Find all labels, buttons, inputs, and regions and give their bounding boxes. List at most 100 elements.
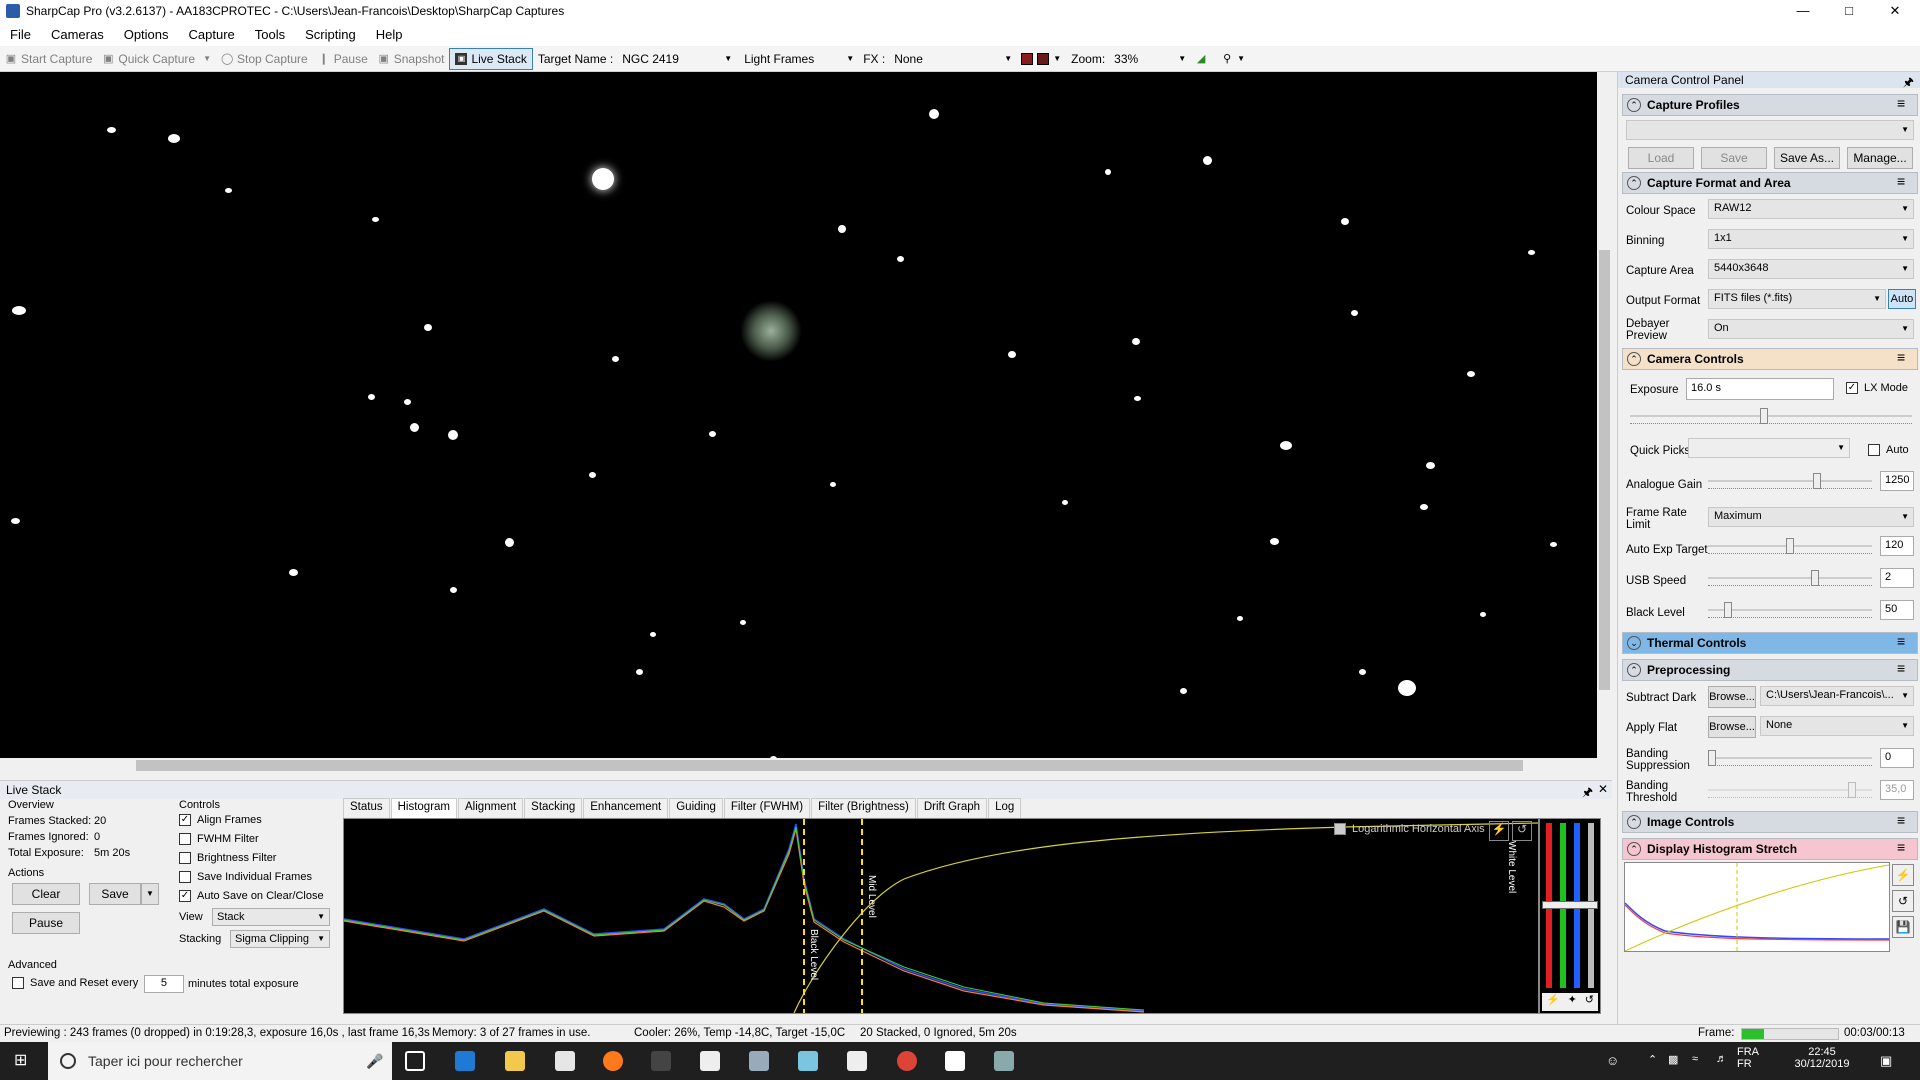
quick-capture-button[interactable]: ▣ Quick Capture ▼ <box>97 48 216 70</box>
reset-stretch-icon[interactable]: ↺ <box>1512 821 1532 841</box>
auto-stretch-icon[interactable]: ⚡ <box>1489 821 1509 841</box>
pause-button[interactable]: ❙ Pause <box>313 48 373 70</box>
windows-start-icon[interactable]: ⊞ <box>14 1052 32 1070</box>
quick-auto-checkbox[interactable] <box>1868 444 1880 457</box>
colour-space-select[interactable]: RAW12 ▼ <box>1708 199 1914 219</box>
view-select[interactable]: Stack ▼ <box>212 908 330 926</box>
star-icon[interactable]: ✦ <box>1568 993 1577 1011</box>
target-name-select[interactable]: NGC 2419 ▼ <box>618 49 736 69</box>
people-icon[interactable]: ☺ <box>1606 1053 1619 1068</box>
binning-select[interactable]: 1x1 ▼ <box>1708 229 1914 249</box>
tab-status[interactable]: Status <box>343 798 390 818</box>
black-level-input[interactable]: 50 <box>1880 600 1914 620</box>
slider-thumb[interactable] <box>1724 602 1732 618</box>
edge-icon[interactable] <box>455 1051 475 1071</box>
output-format-select[interactable]: FITS files (*.fits) ▼ <box>1708 289 1886 309</box>
slider-thumb[interactable] <box>1760 408 1768 424</box>
browse-dark-button[interactable]: Browse... <box>1708 686 1756 708</box>
capture-format-section[interactable]: ⌃ Capture Format and Area ≡ <box>1622 172 1918 194</box>
menu-tools[interactable]: Tools <box>245 27 295 42</box>
debayer-select[interactable]: On ▼ <box>1708 319 1914 339</box>
microphone-icon[interactable]: 🎤 <box>366 1042 383 1080</box>
frame-type-select[interactable]: Light Frames ▼ <box>740 49 858 69</box>
usb-speed-slider[interactable] <box>1708 568 1872 588</box>
pause-button[interactable]: Pause <box>12 912 80 934</box>
close-icon[interactable]: ✕ <box>1598 782 1608 796</box>
slider-thumb[interactable] <box>1811 570 1819 586</box>
volume-icon[interactable]: ♬ <box>1716 1053 1727 1065</box>
save-button[interactable]: Save <box>89 883 141 905</box>
save-reset-stepper[interactable]: 5 <box>144 975 184 993</box>
histogram-toggle-button[interactable]: ◢ <box>1190 48 1216 70</box>
hamburger-icon[interactable]: ≡ <box>1897 174 1911 188</box>
hamburger-icon[interactable]: ≡ <box>1897 813 1911 827</box>
clear-button[interactable]: Clear <box>12 883 80 905</box>
maximize-button[interactable]: □ <box>1826 0 1872 22</box>
tab-stacking[interactable]: Stacking <box>524 798 583 818</box>
fwhm-filter-checkbox[interactable] <box>179 833 191 846</box>
browse-flat-button[interactable]: Browse... <box>1708 716 1756 738</box>
histogram-plot[interactable]: Black Level Mid Level White Level ✓ Logar… <box>343 818 1539 1014</box>
vertical-scrollbar[interactable] <box>1597 72 1612 758</box>
snapshot-button[interactable]: ▣ Snapshot <box>373 48 450 70</box>
slider-thumb[interactable] <box>1708 750 1716 766</box>
minimize-button[interactable]: — <box>1780 0 1826 22</box>
app-icon[interactable] <box>749 1051 769 1071</box>
language-indicator[interactable]: FRA FR <box>1737 1046 1759 1070</box>
save-options-button[interactable]: ▼ <box>141 883 159 905</box>
hamburger-icon[interactable]: ≡ <box>1897 96 1911 110</box>
menu-cameras[interactable]: Cameras <box>41 27 114 42</box>
log-axis-checkbox[interactable]: ✓ <box>1334 823 1346 836</box>
tab-filter-brightness[interactable]: Filter (Brightness) <box>811 798 916 818</box>
scrollbar-thumb[interactable] <box>136 760 1523 771</box>
horizontal-scrollbar[interactable] <box>0 758 1612 773</box>
tab-log[interactable]: Log <box>988 798 1022 818</box>
menu-options[interactable]: Options <box>114 27 179 42</box>
apply-flat-select[interactable]: None ▼ <box>1760 716 1914 736</box>
auto-format-button[interactable]: Auto <box>1888 289 1916 309</box>
task-view-icon[interactable] <box>405 1051 425 1071</box>
menu-capture[interactable]: Capture <box>179 27 245 42</box>
wifi-icon[interactable]: ≈ <box>1692 1053 1698 1065</box>
fx-select[interactable]: None ▼ <box>890 49 1016 69</box>
tab-drift-graph[interactable]: Drift Graph <box>916 798 988 818</box>
tab-enhancement[interactable]: Enhancement <box>583 798 669 818</box>
banding-suppression-slider[interactable] <box>1708 748 1872 768</box>
firefox-icon[interactable] <box>603 1051 623 1071</box>
brightness-filter-checkbox[interactable] <box>179 852 191 865</box>
lightning-icon[interactable]: ⚡ <box>1546 993 1560 1011</box>
tab-alignment[interactable]: Alignment <box>458 798 524 818</box>
frame-rate-select[interactable]: Maximum ▼ <box>1708 507 1914 527</box>
menu-file[interactable]: File <box>0 27 41 42</box>
chrome-icon[interactable] <box>897 1051 917 1071</box>
manage-profiles-button[interactable]: Manage... <box>1847 147 1913 169</box>
live-stack-button[interactable]: ▣ Live Stack <box>449 47 533 70</box>
file-explorer-icon[interactable] <box>505 1051 525 1071</box>
app-icon[interactable] <box>798 1051 818 1071</box>
pin-icon[interactable]: 🖈 <box>1903 73 1914 94</box>
load-profile-button[interactable]: Load <box>1628 147 1694 169</box>
capture-profile-select[interactable]: ▼ <box>1626 120 1914 140</box>
chevron-up-icon[interactable]: ⌃ <box>1648 1053 1657 1066</box>
hamburger-icon[interactable]: ≡ <box>1897 840 1911 854</box>
preprocessing-section[interactable]: ⌃ Preprocessing ≡ <box>1622 659 1918 681</box>
start-capture-button[interactable]: ▣ Start Capture <box>0 48 97 70</box>
app-n-icon[interactable] <box>651 1051 671 1071</box>
mail-icon[interactable] <box>700 1051 720 1071</box>
menu-scripting[interactable]: Scripting <box>295 27 366 42</box>
notifications-icon[interactable]: ▣ <box>1880 1053 1892 1069</box>
save-individual-checkbox[interactable] <box>179 871 191 884</box>
thermal-controls-section[interactable]: ⌄ Thermal Controls ≡ <box>1622 632 1918 654</box>
slider-thumb[interactable] <box>1813 473 1821 489</box>
save-as-profile-button[interactable]: Save As... <box>1774 147 1840 169</box>
banding-suppression-input[interactable]: 0 <box>1880 748 1914 768</box>
banding-threshold-input[interactable]: 35,0 <box>1880 780 1914 800</box>
capture-profiles-section[interactable]: ⌃ Capture Profiles ≡ <box>1622 94 1918 116</box>
save-stretch-icon[interactable]: 💾 <box>1892 916 1914 938</box>
auto-exp-input[interactable]: 120 <box>1880 536 1914 556</box>
display-stretch-section[interactable]: ⌃ Display Histogram Stretch ≡ <box>1622 838 1918 860</box>
image-viewer[interactable] <box>0 72 1597 758</box>
pin-icon[interactable]: 🖈 <box>1582 783 1593 804</box>
reset-stretch-icon[interactable]: ↺ <box>1892 890 1914 912</box>
save-profile-button[interactable]: Save <box>1701 147 1767 169</box>
